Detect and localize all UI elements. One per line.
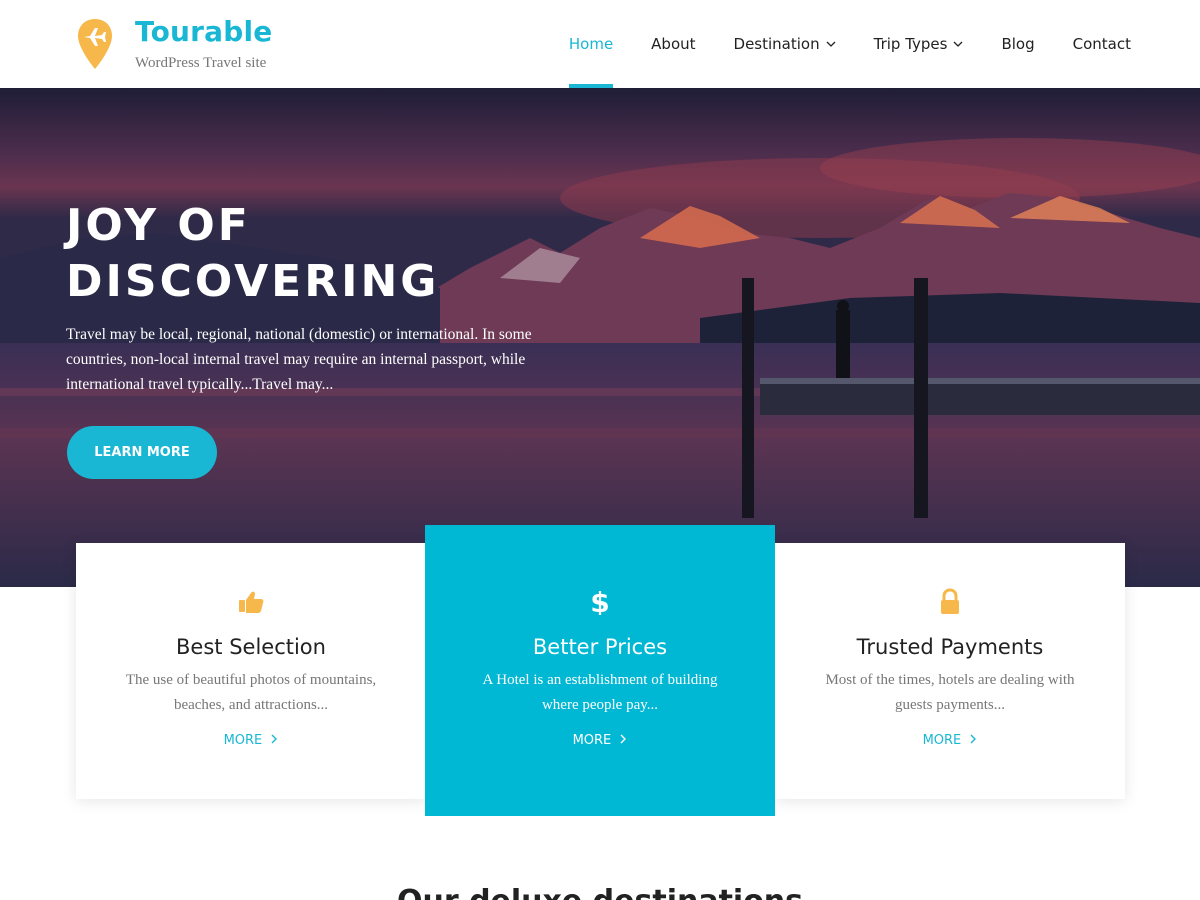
feature-card-best-selection: Best Selection The use of beautiful phot… bbox=[76, 543, 426, 799]
nav-item-blog[interactable]: Blog bbox=[1001, 0, 1034, 88]
nav-item-trip-types[interactable]: Trip Types bbox=[874, 0, 964, 88]
feature-card-better-prices: $ Better Prices A Hotel is an establishm… bbox=[425, 525, 775, 816]
chevron-right-icon bbox=[620, 734, 627, 744]
hero-description: Travel may be local, regional, national … bbox=[66, 326, 532, 393]
site-tagline: WordPress Travel site bbox=[135, 55, 267, 71]
card-title: Better Prices bbox=[532, 635, 668, 659]
card-title: Trusted Payments bbox=[856, 635, 1044, 659]
chevron-right-icon bbox=[271, 734, 278, 744]
learn-more-button[interactable]: LEARN MORE bbox=[67, 426, 217, 479]
more-link[interactable]: MORE bbox=[775, 733, 1125, 748]
svg-text:$: $ bbox=[590, 587, 609, 615]
more-link[interactable]: MORE bbox=[425, 733, 775, 748]
card-text: A Hotel is an establishment of building … bbox=[482, 672, 718, 713]
nav-item-about[interactable]: About bbox=[651, 0, 695, 88]
card-title: Best Selection bbox=[176, 635, 326, 659]
main-nav: Home About Destination Trip Types Blog C… bbox=[531, 0, 1131, 88]
nav-item-contact[interactable]: Contact bbox=[1073, 0, 1131, 88]
chevron-right-icon bbox=[970, 734, 977, 744]
hero-banner: JOY OF DISCOVERING Travel may be local, … bbox=[0, 88, 1200, 587]
site-header: Tourable WordPress Travel site Home Abou… bbox=[0, 0, 1200, 88]
chevron-down-icon bbox=[826, 41, 836, 47]
feature-card-trusted-payments: Trusted Payments Most of the times, hote… bbox=[775, 543, 1125, 799]
nav-item-home[interactable]: Home bbox=[568, 0, 614, 88]
lock-icon bbox=[941, 588, 959, 614]
card-text: Most of the times, hotels are dealing wi… bbox=[825, 672, 1075, 713]
card-text: The use of beautiful photos of mountains… bbox=[125, 672, 377, 713]
hero-title: JOY OF DISCOVERING bbox=[66, 200, 440, 307]
thumbs-up-icon bbox=[239, 591, 264, 613]
more-link[interactable]: MORE bbox=[76, 733, 426, 748]
destinations-heading: Our deluxe destinations bbox=[0, 884, 1200, 900]
dollar-icon: $ bbox=[590, 587, 609, 615]
chevron-down-icon bbox=[954, 41, 963, 47]
site-title[interactable]: Tourable bbox=[135, 15, 273, 48]
airplane-pin-icon[interactable] bbox=[76, 17, 114, 71]
nav-item-destination[interactable]: Destination bbox=[734, 0, 836, 88]
